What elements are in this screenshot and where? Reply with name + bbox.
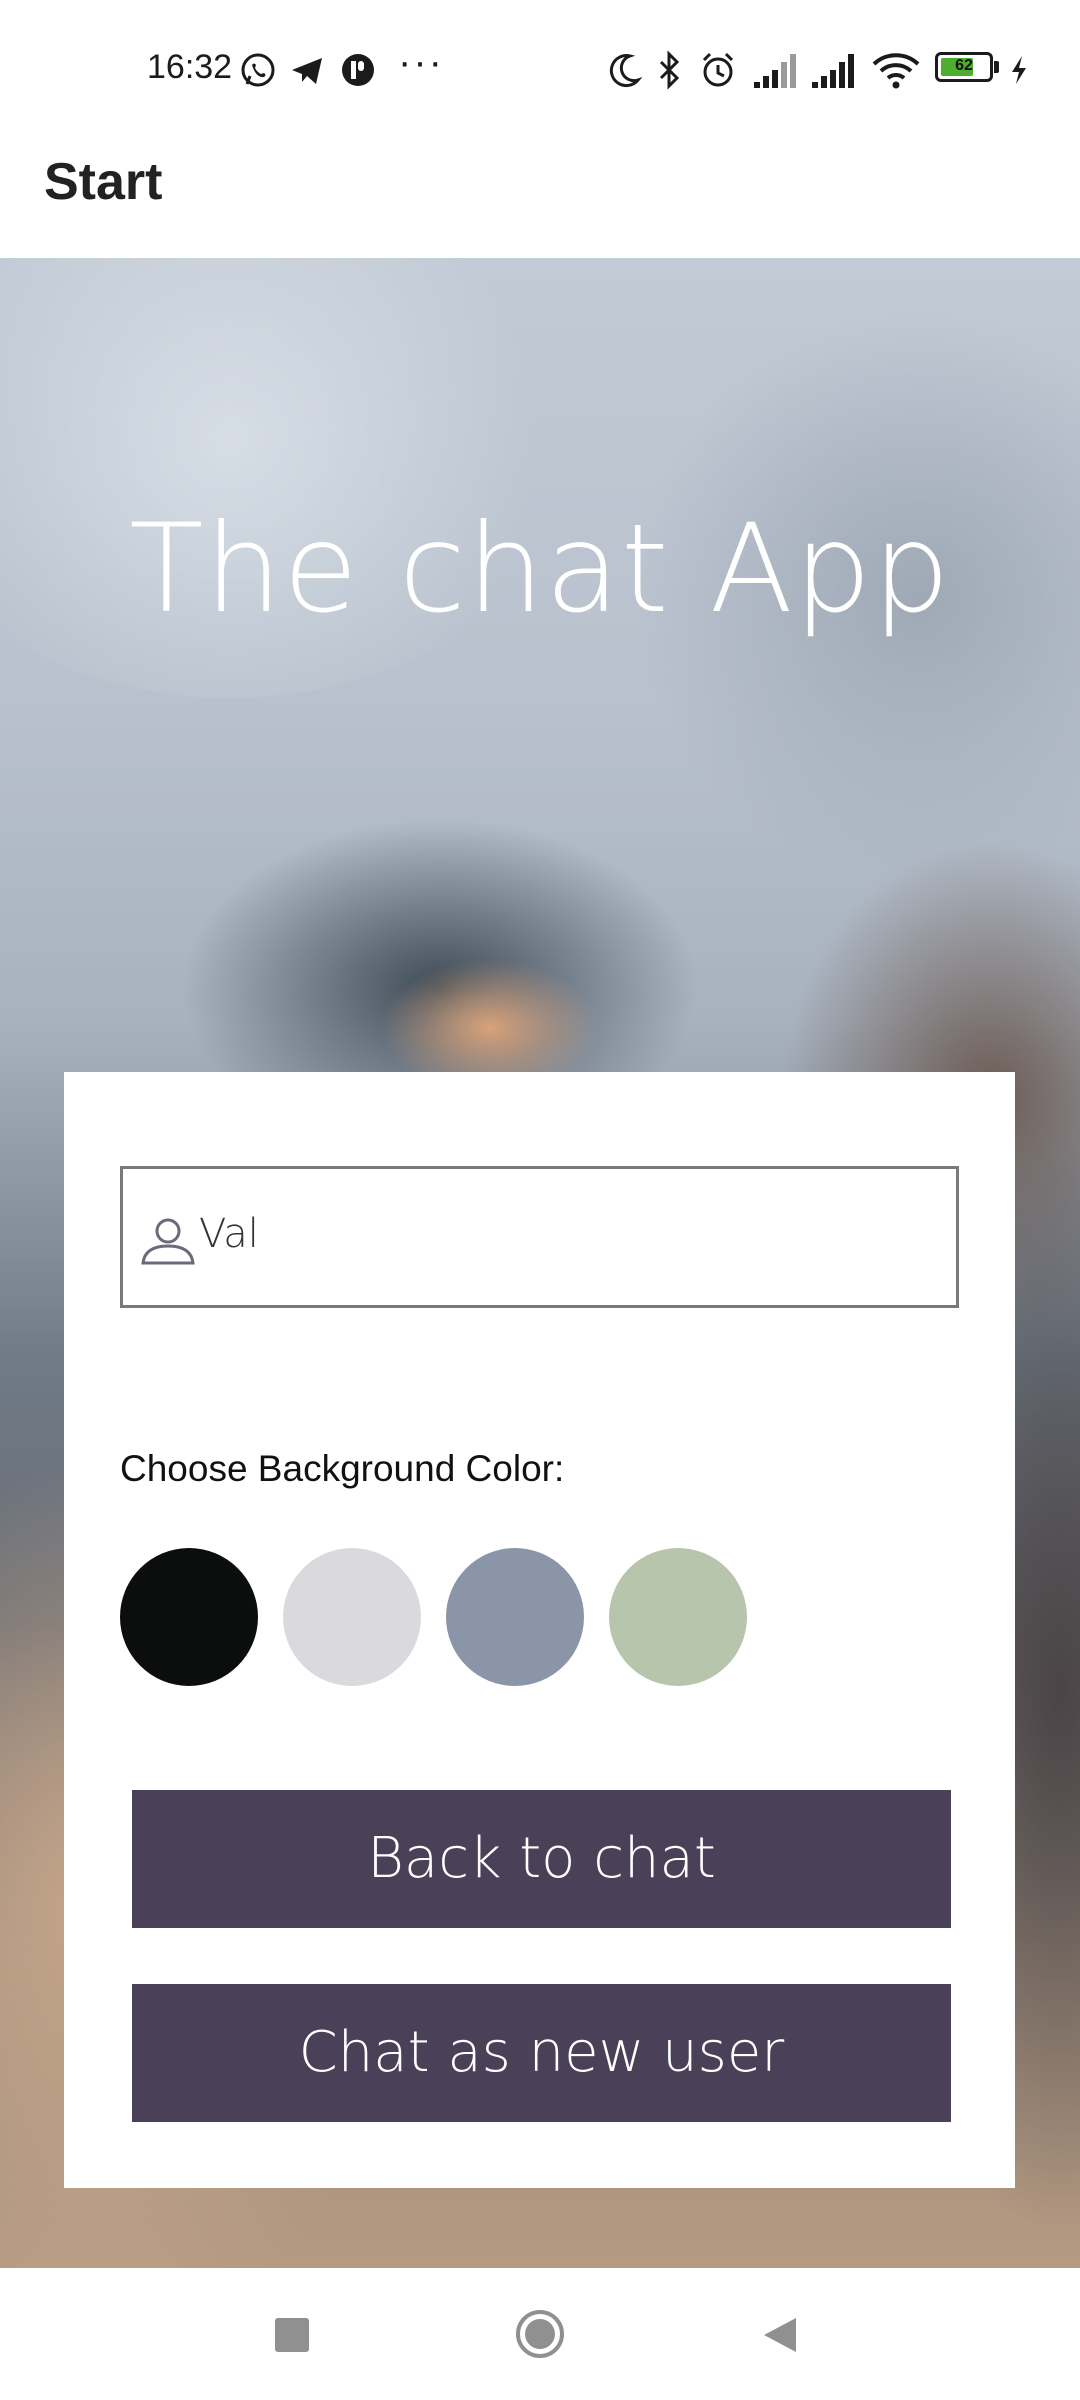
- color-swatch-black[interactable]: [120, 1548, 258, 1686]
- status-bar: 16:32 ··· 62: [0, 0, 1080, 140]
- more-notifications-indicator: ···: [398, 40, 444, 84]
- start-form-card: Val Choose Background Color: Back to cha…: [64, 1072, 1015, 2188]
- battery-indicator: 62: [935, 52, 993, 82]
- telegram-icon: [292, 58, 322, 84]
- page-title: Start: [44, 153, 163, 211]
- person-icon: [141, 1218, 195, 1265]
- status-time: 16:32: [147, 48, 233, 86]
- color-picker-label: Choose Background Color:: [120, 1448, 565, 1489]
- wifi-icon: [872, 53, 920, 89]
- home-icon[interactable]: [514, 2308, 566, 2360]
- color-swatch-slate-blue[interactable]: [446, 1548, 584, 1686]
- battery-level: 62: [955, 57, 973, 74]
- app-notification-icon: [342, 54, 374, 86]
- bluetooth-icon: [659, 50, 680, 90]
- system-nav-bar: [0, 2268, 1080, 2400]
- color-swatch-sage-green[interactable]: [609, 1548, 747, 1686]
- screen: 16:32 ··· 62 Start The chat App Val Choo…: [0, 0, 1080, 2400]
- name-input-value: Val: [199, 1211, 259, 1257]
- back-to-chat-button[interactable]: Back to chat: [132, 1790, 951, 1928]
- moon-icon: [609, 54, 643, 88]
- signal-icon: [754, 54, 796, 88]
- recent-apps-icon[interactable]: [275, 2318, 309, 2352]
- app-title: The chat App: [129, 498, 951, 640]
- back-icon[interactable]: [760, 2314, 800, 2356]
- charging-icon: [1012, 56, 1026, 84]
- app-header: Start: [0, 140, 1080, 258]
- battery-tip: [994, 61, 999, 73]
- signal-icon: [812, 54, 854, 88]
- alarm-icon: [702, 52, 734, 87]
- whatsapp-icon: [241, 53, 275, 87]
- name-input[interactable]: Val: [120, 1166, 959, 1308]
- color-swatch-light-gray[interactable]: [283, 1548, 421, 1686]
- chat-as-new-user-button[interactable]: Chat as new user: [132, 1984, 951, 2122]
